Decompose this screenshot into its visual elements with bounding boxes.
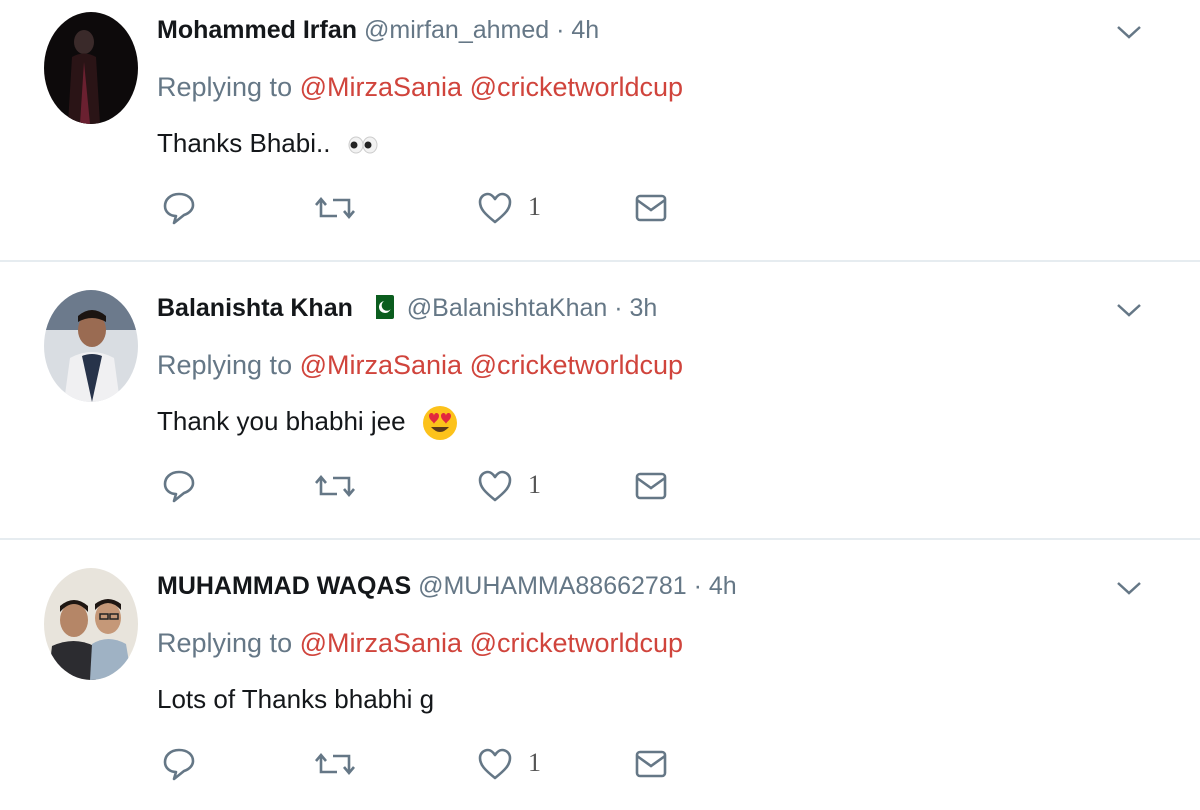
retweet-icon[interactable] — [315, 744, 355, 784]
chevron-down-icon[interactable] — [1115, 300, 1143, 320]
mention-link[interactable]: @cricketworldcup — [470, 72, 683, 102]
tweet-item[interactable]: MUHAMMAD WAQAS @MUHAMMA88662781 · 4h Rep… — [0, 556, 1200, 810]
tweet-header: MUHAMMAD WAQAS @MUHAMMA88662781 · 4h — [157, 570, 737, 602]
tweet-actions: 1 — [0, 466, 1200, 506]
separator: · — [556, 16, 565, 44]
mention-link[interactable]: @MirzaSania — [300, 628, 462, 658]
tweet-header: Mohammed Irfan @mirfan_ahmed · 4h — [157, 14, 599, 46]
heart-eyes-icon — [422, 406, 457, 441]
tweet-text: Lots of Thanks bhabhi g — [157, 682, 434, 716]
timestamp[interactable]: 4h — [571, 16, 599, 44]
replying-prefix: Replying to — [157, 72, 293, 102]
display-name[interactable]: MUHAMMAD WAQAS — [157, 572, 411, 600]
tweet-text-content: Thanks Bhabi.. — [157, 128, 331, 158]
display-name[interactable]: Balanishta Khan — [157, 294, 353, 322]
tweet-text: Thanks Bhabi.. — [157, 126, 380, 160]
replying-to: Replying to @MirzaSania @cricketworldcup — [157, 70, 683, 104]
user-handle[interactable]: @mirfan_ahmed — [364, 16, 549, 44]
retweet-icon[interactable] — [315, 188, 355, 228]
reply-icon[interactable] — [162, 188, 196, 228]
avatar[interactable] — [44, 12, 138, 124]
separator: · — [614, 294, 623, 322]
heart-icon[interactable] — [477, 188, 513, 228]
reply-icon[interactable] — [162, 744, 196, 784]
like-count: 1 — [528, 748, 541, 777]
tweet-text-content: Thank you bhabhi jee — [157, 406, 406, 436]
direct-message-icon[interactable] — [634, 188, 668, 228]
chevron-down-icon[interactable] — [1115, 22, 1143, 42]
heart-icon[interactable] — [477, 744, 513, 784]
eyes-icon — [348, 136, 378, 154]
direct-message-icon[interactable] — [634, 744, 668, 784]
tweet-item[interactable]: Mohammed Irfan @mirfan_ahmed · 4h Replyi… — [0, 0, 1200, 262]
heart-icon[interactable] — [477, 466, 513, 506]
chevron-down-icon[interactable] — [1115, 578, 1143, 598]
reply-icon[interactable] — [162, 466, 196, 506]
timestamp[interactable]: 3h — [630, 294, 658, 322]
mention-link[interactable]: @MirzaSania — [300, 350, 462, 380]
pakistan-flag-icon — [369, 295, 394, 319]
like-count: 1 — [528, 192, 541, 221]
timestamp[interactable]: 4h — [709, 572, 737, 600]
tweet-header: Balanishta Khan @BalanishtaKhan · 3h — [157, 292, 657, 324]
like-count: 1 — [528, 470, 541, 499]
mention-link[interactable]: @cricketworldcup — [470, 350, 683, 380]
mention-link[interactable]: @MirzaSania — [300, 72, 462, 102]
direct-message-icon[interactable] — [634, 466, 668, 506]
tweet-text: Thank you bhabhi jee — [157, 404, 459, 442]
replying-prefix: Replying to — [157, 628, 293, 658]
user-handle[interactable]: @MUHAMMA88662781 — [418, 572, 687, 600]
replying-prefix: Replying to — [157, 350, 293, 380]
replying-to: Replying to @MirzaSania @cricketworldcup — [157, 626, 683, 660]
tweet-actions: 1 — [0, 744, 1200, 784]
separator: · — [693, 572, 702, 600]
user-handle[interactable]: @BalanishtaKhan — [407, 294, 608, 322]
tweet-actions: 1 — [0, 188, 1200, 228]
tweet-item[interactable]: Balanishta Khan @BalanishtaKhan · 3h Rep… — [0, 278, 1200, 540]
avatar[interactable] — [44, 568, 138, 680]
mention-link[interactable]: @cricketworldcup — [470, 628, 683, 658]
avatar[interactable] — [44, 290, 138, 402]
retweet-icon[interactable] — [315, 466, 355, 506]
display-name[interactable]: Mohammed Irfan — [157, 16, 357, 44]
replying-to: Replying to @MirzaSania @cricketworldcup — [157, 348, 683, 382]
tweet-text-content: Lots of Thanks bhabhi g — [157, 684, 435, 714]
